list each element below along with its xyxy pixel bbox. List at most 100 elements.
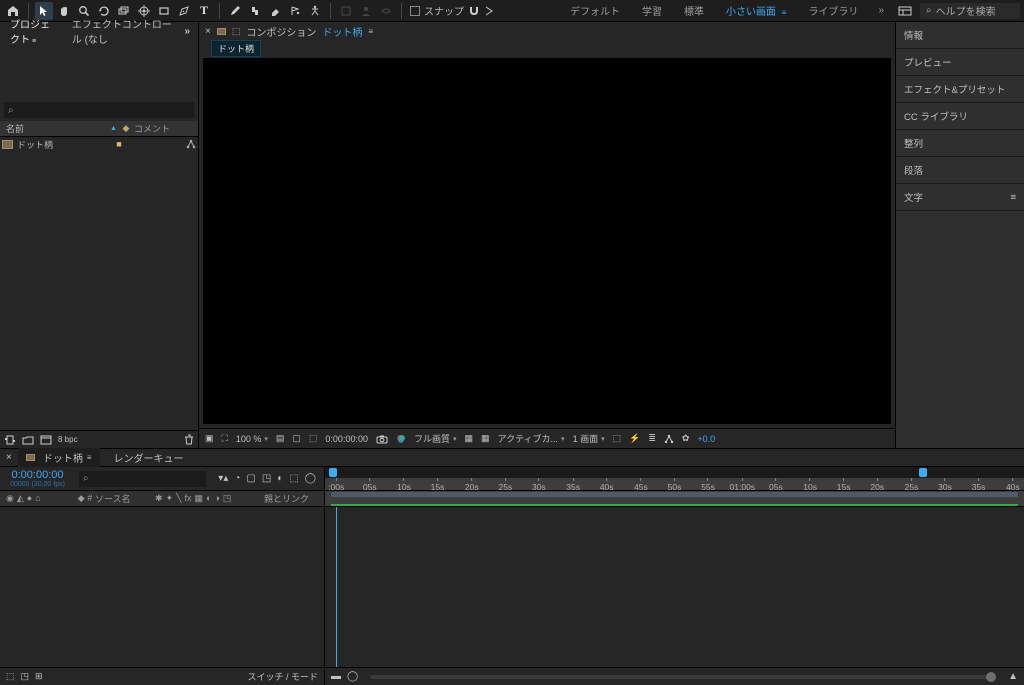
- composition-viewport[interactable]: [203, 58, 891, 424]
- current-time[interactable]: 0:00:00:00 00000 (30.00 fps): [0, 469, 75, 488]
- panel-cc-libraries[interactable]: CC ライブラリ: [896, 103, 1024, 130]
- interpret-footage-icon[interactable]: [4, 435, 16, 445]
- snap-options-icon[interactable]: [484, 6, 494, 16]
- lock-icon[interactable]: ⬚: [232, 26, 241, 37]
- frame-blend-sw-icon[interactable]: ▦: [195, 493, 204, 504]
- audio-col-icon[interactable]: ◭: [17, 493, 24, 504]
- panel-effects-presets[interactable]: エフェクト&プリセット: [896, 76, 1024, 103]
- mask-mode-icon[interactable]: [337, 2, 355, 20]
- toggle-modes-icon[interactable]: ◳: [21, 671, 30, 682]
- fast-preview-icon[interactable]: ⚡: [629, 433, 640, 444]
- snapshot-icon[interactable]: [376, 434, 388, 444]
- breadcrumb-chip[interactable]: ドット柄: [211, 40, 261, 57]
- composition-name[interactable]: ドット柄: [322, 24, 362, 39]
- panel-menu-icon[interactable]: ≡: [87, 453, 92, 462]
- view-count-dropdown[interactable]: 1 画面▾: [573, 432, 605, 445]
- grid-icon[interactable]: ▦: [481, 433, 490, 444]
- timeline-search[interactable]: ⌕: [79, 471, 206, 487]
- quality-sw-icon[interactable]: ╲: [176, 493, 181, 504]
- nav-handle-end[interactable]: [919, 468, 927, 477]
- fx-sw-icon[interactable]: fx: [185, 493, 192, 504]
- label-color-icon[interactable]: ■: [111, 139, 127, 149]
- new-folder-icon[interactable]: [22, 435, 34, 445]
- overflow-icon[interactable]: »: [180, 26, 194, 37]
- puppet-tool[interactable]: [306, 2, 324, 20]
- switch-mode-toggle[interactable]: スイッチ / モード: [247, 670, 318, 683]
- eraser-tool[interactable]: [266, 2, 284, 20]
- user-icon[interactable]: [357, 2, 375, 20]
- panel-menu-icon[interactable]: ≡: [368, 27, 373, 36]
- quality-dropdown[interactable]: フル画質▾: [414, 432, 457, 445]
- panel-align[interactable]: 整列: [896, 130, 1024, 157]
- overflow-chevron-icon[interactable]: »: [878, 5, 884, 16]
- zoom-in-icon[interactable]: ▲: [1008, 671, 1018, 682]
- ws-library[interactable]: ライブラリ: [800, 1, 866, 20]
- close-tab-icon[interactable]: ×: [205, 26, 211, 37]
- zoom-dropdown[interactable]: 100 %▾: [236, 434, 268, 444]
- project-search[interactable]: ⌕: [4, 102, 194, 118]
- col-comment[interactable]: コメント: [134, 122, 198, 135]
- exposure-value[interactable]: +0.0: [697, 434, 715, 444]
- panel-preview[interactable]: プレビュー: [896, 49, 1024, 76]
- sort-caret-icon[interactable]: ▲: [110, 125, 118, 132]
- motion-blur-sw-icon[interactable]: ◐: [206, 493, 211, 504]
- show-channels-icon[interactable]: [396, 434, 406, 444]
- nav-handle-start[interactable]: [329, 468, 337, 477]
- motion-blur-icon[interactable]: ◐: [277, 473, 283, 484]
- flowchart-icon[interactable]: [186, 139, 196, 149]
- project-item[interactable]: ドット柄 ■: [0, 137, 198, 151]
- adjust-sw-icon[interactable]: ◑: [214, 493, 219, 504]
- col-name[interactable]: 名前: [0, 122, 110, 135]
- ws-small[interactable]: 小さい画面 ≡: [718, 1, 794, 20]
- wireframe-icon[interactable]: ▢: [292, 433, 301, 444]
- work-area-range[interactable]: [331, 492, 1018, 497]
- graph-editor-icon[interactable]: ⬚: [289, 473, 298, 484]
- time-ruler[interactable]: :00s05s10s15s20s25s30s35s40s45s50s55s01:…: [325, 478, 1024, 491]
- comp-minimize-icon[interactable]: ▾▴: [218, 473, 228, 484]
- panel-paragraph[interactable]: 段落: [896, 157, 1024, 184]
- view-layout-icon[interactable]: ▦: [465, 433, 474, 444]
- flowchart-icon[interactable]: [664, 434, 674, 444]
- magnify-icon[interactable]: ⛶: [222, 433, 228, 444]
- timeline-icon[interactable]: ≣: [648, 433, 656, 444]
- col-label-icon[interactable]: ◆: [118, 123, 134, 134]
- snap-toggle[interactable]: スナップ: [410, 3, 494, 18]
- panel-menu-icon[interactable]: ≡: [1010, 192, 1016, 203]
- type-tool[interactable]: T: [195, 2, 213, 20]
- solo-col-icon[interactable]: ●: [27, 493, 32, 504]
- work-area-bar[interactable]: [325, 491, 1024, 507]
- 3d-sw-icon[interactable]: ◳: [223, 493, 232, 504]
- project-empty-area[interactable]: [0, 151, 198, 430]
- ws-learn[interactable]: 学習: [634, 1, 670, 20]
- timeline-tab-renderqueue[interactable]: レンダーキュー: [106, 448, 192, 467]
- frame-blend-icon[interactable]: ◳: [262, 473, 271, 484]
- zoom-slider[interactable]: [370, 675, 996, 679]
- lock-col-icon[interactable]: ⌂: [35, 493, 40, 504]
- ws-default[interactable]: デフォルト: [562, 1, 628, 20]
- ws-standard[interactable]: 標準: [676, 1, 712, 20]
- clone-tool[interactable]: [246, 2, 264, 20]
- time-navigator[interactable]: [325, 467, 1024, 478]
- col-parent[interactable]: 親とリンク: [264, 492, 324, 505]
- draft3d-icon[interactable]: ▢: [246, 473, 255, 484]
- col-source[interactable]: ソース名: [95, 492, 155, 505]
- close-tab-icon[interactable]: ×: [6, 452, 12, 463]
- label-col-icon[interactable]: ◆ #: [75, 493, 95, 504]
- render-settings-icon[interactable]: ✿: [682, 433, 690, 444]
- collapse-sw-icon[interactable]: ✦: [166, 493, 174, 504]
- shy-sw-icon[interactable]: ✱: [155, 493, 163, 504]
- zoom-to-frame-icon[interactable]: ◯: [347, 671, 358, 682]
- brush-tool[interactable]: [226, 2, 244, 20]
- shy-icon[interactable]: ◔: [234, 473, 240, 484]
- panel-character[interactable]: 文字≡: [896, 184, 1024, 211]
- panel-info[interactable]: 情報: [896, 22, 1024, 49]
- playhead[interactable]: [336, 507, 337, 667]
- toggle-switches-icon[interactable]: ⬚: [6, 671, 15, 682]
- help-search[interactable]: ⌕ ヘルプを検索: [920, 3, 1020, 19]
- checkbox-icon[interactable]: [410, 6, 420, 16]
- timeline-layers-area[interactable]: [0, 507, 324, 667]
- zoom-out-icon[interactable]: ▬: [331, 671, 341, 682]
- toggle-parent-icon[interactable]: ⊞: [35, 671, 43, 682]
- video-col-icon[interactable]: ◉: [6, 493, 14, 504]
- resolution-icon[interactable]: ▤: [276, 433, 285, 444]
